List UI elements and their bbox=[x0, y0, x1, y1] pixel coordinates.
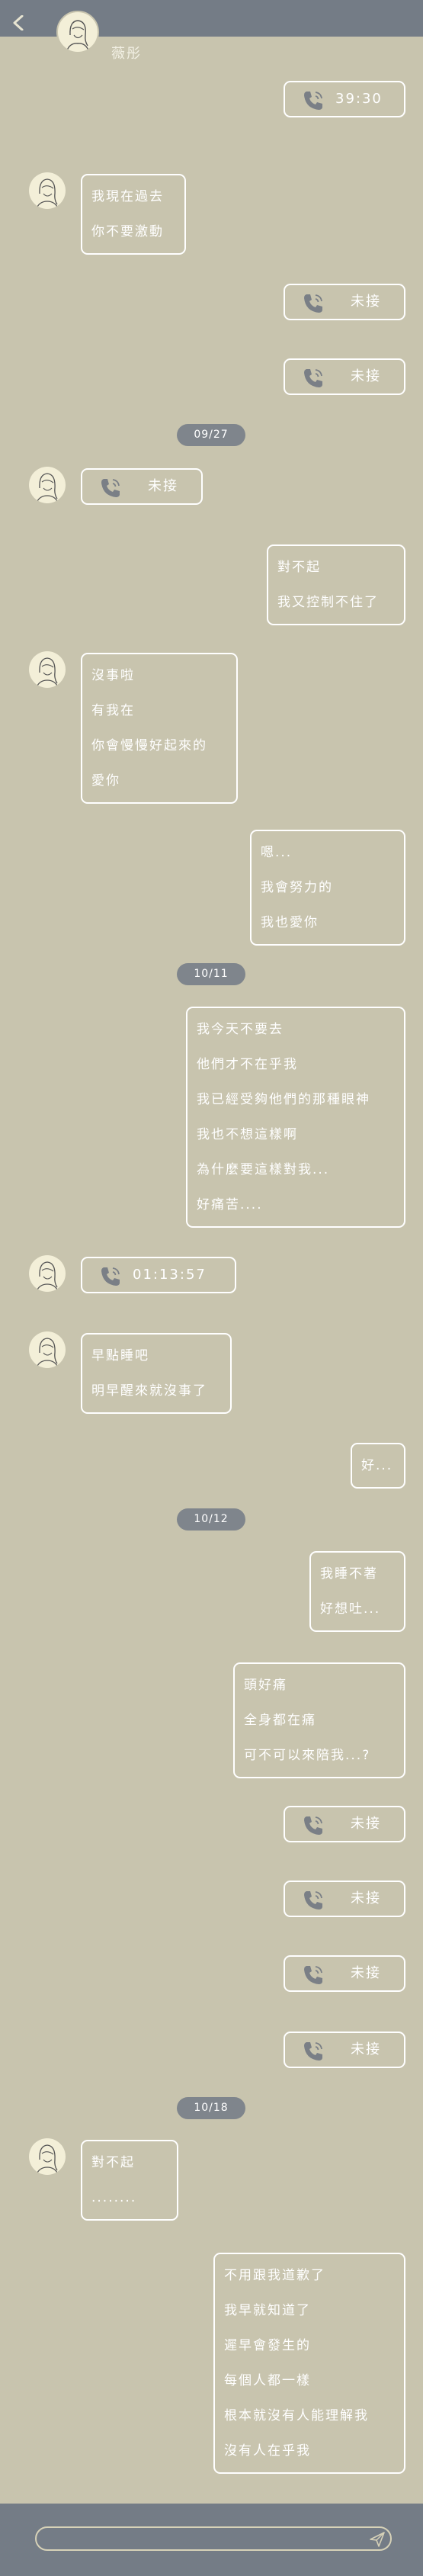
message-text-line: 我又控制不住了 bbox=[277, 595, 379, 610]
message-text-line: 有我在 bbox=[91, 703, 135, 718]
message-text-line: 嗯... bbox=[261, 845, 293, 860]
message-text-line: 我已經受夠他們的那種眼神 bbox=[197, 1092, 370, 1107]
phone-call-icon bbox=[304, 2042, 322, 2060]
call-status-label: 未接 bbox=[351, 1965, 381, 1981]
message-text-line: 根本就沒有人能理解我 bbox=[224, 2408, 369, 2423]
message-text-line: 明早醒來就沒事了 bbox=[91, 1383, 207, 1399]
call-status-label: 39:30 bbox=[335, 91, 383, 107]
send-icon[interactable] bbox=[369, 2531, 386, 2548]
phone-call-icon bbox=[304, 1891, 322, 1910]
received-message-bubble[interactable]: 沒事啦有我在你會慢慢好起來的 愛你 bbox=[81, 653, 238, 804]
girl-portrait-icon bbox=[36, 1261, 59, 1292]
sent-call-bubble[interactable]: 未接 bbox=[284, 1955, 405, 1992]
date-separator: 10/11 bbox=[177, 963, 245, 985]
call-status-label: 未接 bbox=[351, 294, 381, 310]
message-input[interactable] bbox=[35, 2526, 392, 2551]
message-text-line: 我也不想這樣啊 bbox=[197, 1127, 298, 1142]
sent-message-bubble[interactable]: 頭好痛全身都在痛可不可以來陪我...? bbox=[233, 1662, 405, 1778]
chat-footer bbox=[0, 2504, 423, 2576]
sent-message-bubble[interactable]: 嗯... 我會努力的我也愛你 bbox=[250, 830, 405, 946]
girl-portrait-icon bbox=[36, 473, 59, 503]
message-text-line: 愛你 bbox=[91, 773, 120, 789]
message-text-line: 對不起 bbox=[277, 560, 321, 575]
phone-call-icon bbox=[304, 369, 322, 387]
contact-avatar[interactable] bbox=[29, 651, 66, 688]
sent-message-bubble[interactable]: 不用跟我道歉了 我早就知道了 遲早會發生的 每個人都一樣根本就沒有人能理解我 沒有人在乎… bbox=[213, 2253, 405, 2474]
message-text-line: ........ bbox=[91, 2190, 137, 2205]
contact-name: 薇彤 bbox=[111, 46, 142, 62]
girl-portrait-icon bbox=[36, 657, 59, 688]
girl-portrait-icon bbox=[36, 178, 59, 209]
girl-portrait-icon bbox=[36, 1338, 59, 1368]
contact-avatar[interactable] bbox=[29, 172, 66, 209]
message-text-line: 好... bbox=[361, 1458, 393, 1473]
date-separator: 10/18 bbox=[177, 2097, 245, 2119]
received-message-bubble[interactable]: 早點睡吧明早醒來就沒事了 bbox=[81, 1333, 232, 1414]
message-text-line: 我現在過去 bbox=[91, 189, 164, 204]
sent-call-bubble[interactable]: 未接 bbox=[284, 284, 405, 320]
girl-portrait-icon bbox=[36, 2144, 59, 2175]
phone-call-icon bbox=[304, 92, 322, 110]
message-text-line: 我也愛你 bbox=[261, 915, 319, 930]
date-separator: 09/27 bbox=[177, 424, 245, 446]
phone-call-icon bbox=[304, 1816, 322, 1835]
message-text-line: 好想吐... bbox=[320, 1601, 381, 1617]
sent-call-bubble[interactable]: 未接 bbox=[284, 2032, 405, 2068]
message-text-line: 我會努力的 bbox=[261, 880, 333, 895]
message-text-line: 對不起 bbox=[91, 2155, 135, 2170]
phone-call-icon bbox=[304, 1966, 322, 1984]
message-text-line: 我早就知道了 bbox=[224, 2303, 311, 2318]
message-text-line: 可不可以來陪我...? bbox=[244, 1748, 371, 1763]
sent-message-bubble[interactable]: 好... bbox=[351, 1443, 405, 1489]
call-status-label: 未接 bbox=[351, 1890, 381, 1906]
message-text-line: 早點睡吧 bbox=[91, 1348, 149, 1363]
message-text-line: 你會慢慢好起來的 bbox=[91, 738, 207, 753]
sent-message-bubble[interactable]: 我今天不要去 他們才不在乎我我已經受夠他們的那種眼神 我也不想這樣啊為什麼要這樣對我… bbox=[186, 1007, 405, 1228]
message-text-line: 遲早會發生的 bbox=[224, 2338, 311, 2353]
call-status-label: 未接 bbox=[148, 478, 178, 494]
received-message-bubble[interactable]: 我現在過去你不要激動 bbox=[81, 174, 186, 255]
sent-call-bubble[interactable]: 未接 bbox=[284, 358, 405, 395]
call-status-label: 未接 bbox=[351, 1816, 381, 1832]
call-status-label: 未接 bbox=[351, 2041, 381, 2057]
sent-call-bubble[interactable]: 未接 bbox=[284, 1881, 405, 1917]
phone-call-icon bbox=[304, 294, 322, 313]
sent-message-bubble[interactable]: 我睡不著好想吐... bbox=[309, 1551, 405, 1632]
girl-portrait-icon bbox=[66, 20, 89, 51]
received-call-bubble[interactable]: 未接 bbox=[81, 468, 203, 505]
call-status-label: 未接 bbox=[351, 368, 381, 384]
message-text-line: 你不要激動 bbox=[91, 224, 164, 239]
message-text-line: 全身都在痛 bbox=[244, 1713, 316, 1728]
contact-avatar[interactable] bbox=[29, 1255, 66, 1292]
phone-call-icon bbox=[101, 1267, 120, 1286]
message-text-line: 我睡不著 bbox=[320, 1566, 378, 1582]
contact-avatar[interactable] bbox=[29, 2138, 66, 2175]
received-message-bubble[interactable]: 對不起........ bbox=[81, 2140, 178, 2221]
date-separator: 10/12 bbox=[177, 1508, 245, 1531]
message-text-line: 頭好痛 bbox=[244, 1678, 287, 1693]
chevron-left-icon[interactable] bbox=[11, 15, 26, 31]
message-text-line: 每個人都一樣 bbox=[224, 2373, 311, 2388]
sent-message-bubble[interactable]: 對不起我又控制不住了 bbox=[267, 544, 405, 625]
message-text-line: 為什麼要這樣對我... bbox=[197, 1162, 330, 1177]
message-text-line: 沒事啦 bbox=[91, 668, 135, 683]
message-text-line: 我今天不要去 bbox=[197, 1022, 284, 1037]
received-call-bubble[interactable]: 01:13:57 bbox=[81, 1257, 236, 1293]
message-text-line: 沒有人在乎我 bbox=[224, 2443, 311, 2459]
message-text-line: 好痛苦.... bbox=[197, 1197, 263, 1213]
contact-avatar[interactable] bbox=[29, 467, 66, 503]
sent-call-bubble[interactable]: 39:30 bbox=[284, 81, 405, 117]
phone-call-icon bbox=[101, 479, 120, 497]
call-status-label: 01:13:57 bbox=[133, 1267, 207, 1283]
message-text-line: 他們才不在乎我 bbox=[197, 1057, 298, 1072]
message-text-line: 不用跟我道歉了 bbox=[224, 2268, 325, 2283]
contact-avatar[interactable] bbox=[56, 11, 99, 53]
contact-avatar[interactable] bbox=[29, 1331, 66, 1368]
sent-call-bubble[interactable]: 未接 bbox=[284, 1806, 405, 1842]
